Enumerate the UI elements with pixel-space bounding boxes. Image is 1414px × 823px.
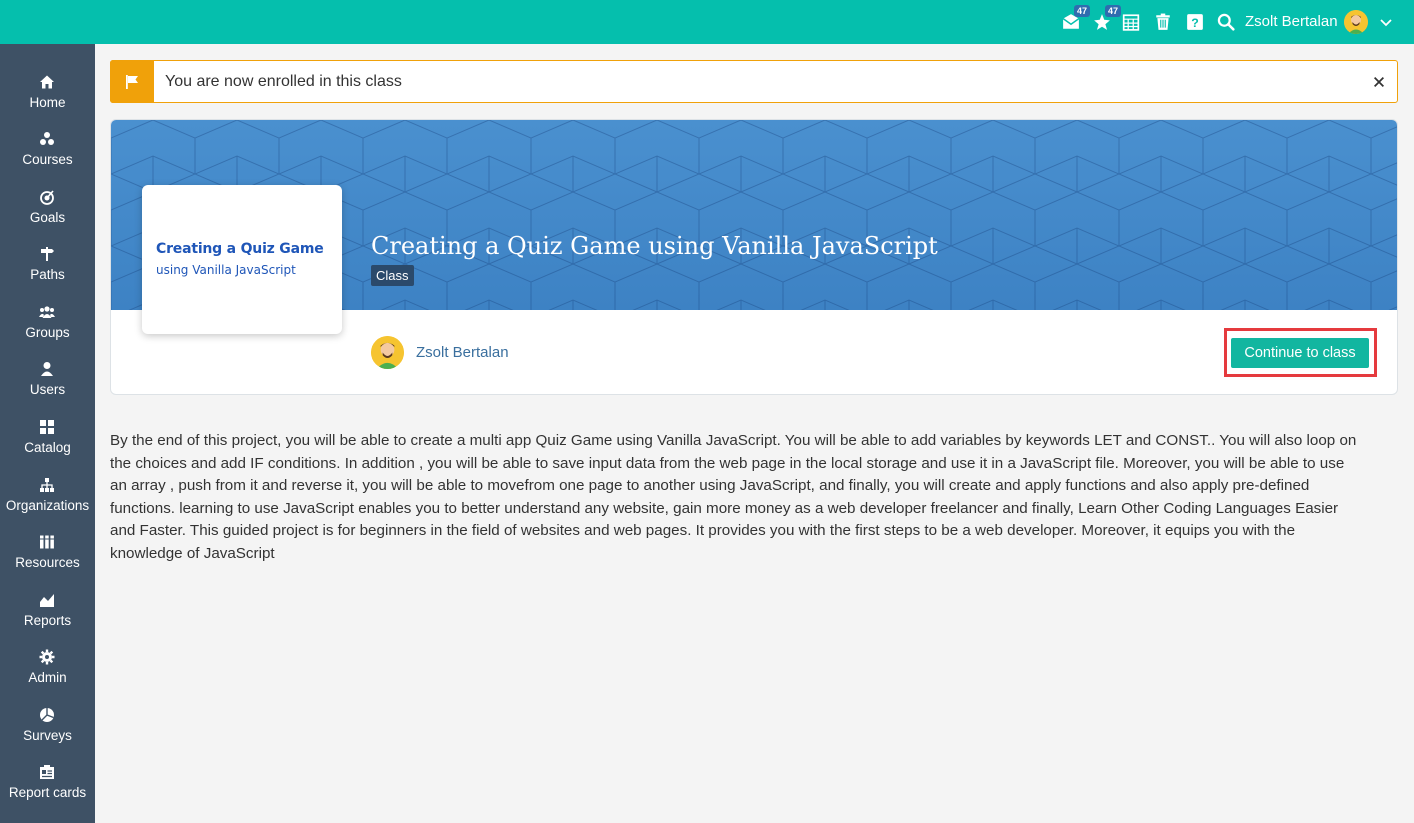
goals-icon: [38, 188, 56, 206]
sidebar-item-report-cards[interactable]: Report cards: [0, 763, 95, 819]
svg-text:?: ?: [1191, 16, 1199, 30]
organizations-icon: [38, 476, 56, 494]
user-avatar[interactable]: [1344, 10, 1368, 34]
course-title: Creating a Quiz Game using Vanilla JavaS…: [371, 232, 938, 260]
home-icon: [38, 73, 56, 91]
catalog-icon: [38, 418, 56, 436]
notifications-badge: 47: [1104, 5, 1121, 17]
sidebar-item-goals[interactable]: Goals: [0, 188, 95, 244]
flag-icon: [110, 60, 154, 103]
notifications-icon[interactable]: 47: [1091, 5, 1121, 33]
sidebar-item-catalog[interactable]: Catalog: [0, 418, 95, 474]
author-avatar[interactable]: [371, 336, 404, 369]
top-bar: 47 47 ? Zsolt Bertalan: [0, 0, 1414, 44]
courses-icon: [38, 130, 56, 148]
sidebar-item-courses[interactable]: Courses: [0, 130, 95, 186]
author-name[interactable]: Zsolt Bertalan: [416, 344, 509, 362]
trash-icon[interactable]: [1152, 11, 1174, 33]
groups-icon: [38, 303, 56, 321]
messages-icon[interactable]: 47: [1060, 5, 1090, 33]
alert-message: You are now enrolled in this class: [165, 73, 402, 90]
sidebar-item-users[interactable]: Users: [0, 360, 95, 416]
sidebar-item-paths[interactable]: Paths: [0, 245, 95, 301]
messages-badge: 47: [1073, 5, 1090, 17]
sidebar-item-resources[interactable]: Resources: [0, 533, 95, 589]
sidebar-item-reports[interactable]: Reports: [0, 591, 95, 647]
sidebar-item-organizations[interactable]: Organizations: [0, 476, 95, 532]
reports-icon: [38, 591, 56, 609]
username-label[interactable]: Zsolt Bertalan: [1245, 13, 1338, 31]
sidebar: Home Courses Goals Paths Groups Users Ca…: [0, 44, 95, 823]
course-description: By the end of this project, you will be …: [110, 432, 1357, 562]
surveys-icon: [38, 706, 56, 724]
sidebar-item-surveys[interactable]: Surveys: [0, 706, 95, 762]
chevron-down-icon[interactable]: [1378, 14, 1394, 30]
course-card: Creating a Quiz Game using Vanilla JavaS…: [110, 119, 1398, 395]
help-icon[interactable]: ?: [1184, 11, 1206, 33]
thumbnail-title: Creating a Quiz Game: [156, 241, 324, 257]
continue-to-class-button[interactable]: Continue to class: [1231, 338, 1369, 368]
close-icon[interactable]: [1371, 74, 1387, 90]
users-icon: [38, 360, 56, 378]
sidebar-item-home[interactable]: Home: [0, 73, 95, 129]
calendar-icon[interactable]: [1120, 11, 1142, 33]
admin-icon: [38, 648, 56, 666]
enrollment-alert: You are now enrolled in this class: [110, 60, 1398, 103]
course-type-tag: Class: [371, 265, 414, 286]
sidebar-item-admin[interactable]: Admin: [0, 648, 95, 704]
paths-icon: [38, 245, 56, 263]
resources-icon: [38, 533, 56, 551]
course-thumbnail[interactable]: Creating a Quiz Game using Vanilla JavaS…: [142, 185, 342, 334]
search-icon[interactable]: [1215, 11, 1237, 33]
sidebar-item-groups[interactable]: Groups: [0, 303, 95, 359]
report-cards-icon: [38, 763, 56, 781]
thumbnail-subtitle: using Vanilla JavaScript: [156, 263, 296, 277]
